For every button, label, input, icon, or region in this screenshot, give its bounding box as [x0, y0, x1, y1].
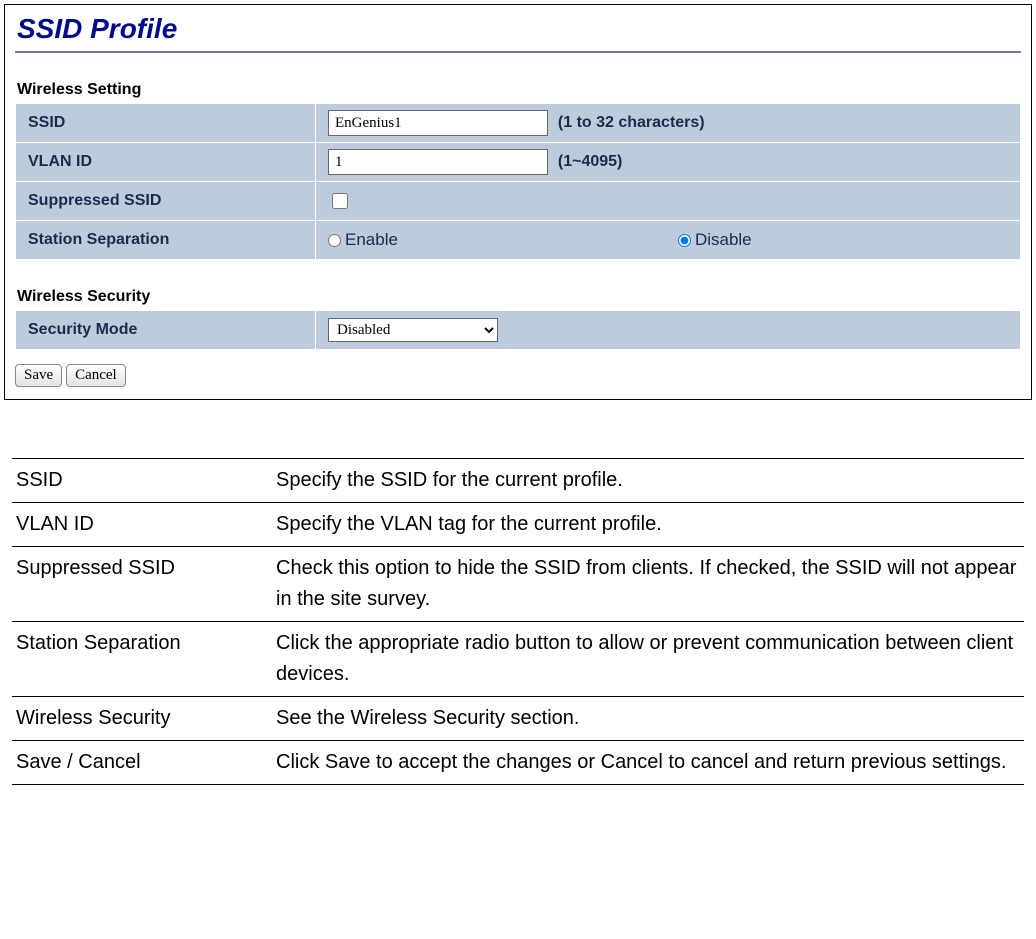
title-divider	[15, 51, 1021, 53]
cancel-button[interactable]: Cancel	[66, 364, 126, 387]
table-row: Station Separation Click the appropriate…	[12, 622, 1024, 697]
desc-text: See the Wireless Security section.	[272, 697, 1024, 741]
vlan-id-hint: (1~4095)	[558, 153, 623, 170]
desc-term: Station Separation	[12, 622, 272, 697]
vlan-id-input[interactable]	[328, 149, 548, 175]
wireless-setting-table: SSID (1 to 32 characters) VLAN ID (1~409…	[15, 103, 1021, 260]
station-separation-disable-radio[interactable]	[678, 234, 691, 247]
ssid-label: SSID	[16, 104, 316, 143]
wireless-security-heading: Wireless Security	[17, 288, 1021, 306]
table-row: Wireless Security See the Wireless Secur…	[12, 697, 1024, 741]
desc-text: Click Save to accept the changes or Canc…	[272, 741, 1024, 785]
desc-text: Check this option to hide the SSID from …	[272, 547, 1024, 622]
desc-text: Specify the SSID for the current profile…	[272, 459, 1024, 503]
table-row: SSID Specify the SSID for the current pr…	[12, 459, 1024, 503]
ssid-hint: (1 to 32 characters)	[558, 114, 705, 131]
desc-text: Specify the VLAN tag for the current pro…	[272, 503, 1024, 547]
security-mode-select[interactable]: Disabled	[328, 318, 498, 342]
wireless-security-table: Security Mode Disabled	[15, 310, 1021, 350]
desc-term: Suppressed SSID	[12, 547, 272, 622]
station-separation-enable-label: Enable	[345, 230, 398, 250]
table-row: Suppressed SSID Check this option to hid…	[12, 547, 1024, 622]
page-title: SSID Profile	[15, 11, 1021, 51]
table-row: Save / Cancel Click Save to accept the c…	[12, 741, 1024, 785]
station-separation-label: Station Separation	[16, 221, 316, 260]
ssid-input[interactable]	[328, 110, 548, 136]
security-mode-label: Security Mode	[16, 311, 316, 350]
descriptions-table: SSID Specify the SSID for the current pr…	[12, 458, 1024, 785]
desc-term: VLAN ID	[12, 503, 272, 547]
desc-term: SSID	[12, 459, 272, 503]
station-separation-disable-label: Disable	[695, 230, 752, 250]
station-separation-enable-radio[interactable]	[328, 234, 341, 247]
suppressed-ssid-label: Suppressed SSID	[16, 182, 316, 221]
vlan-id-label: VLAN ID	[16, 143, 316, 182]
desc-text: Click the appropriate radio button to al…	[272, 622, 1024, 697]
desc-term: Save / Cancel	[12, 741, 272, 785]
desc-term: Wireless Security	[12, 697, 272, 741]
ssid-profile-panel: SSID Profile Wireless Setting SSID (1 to…	[4, 4, 1032, 400]
table-row: VLAN ID Specify the VLAN tag for the cur…	[12, 503, 1024, 547]
save-button[interactable]: Save	[15, 364, 62, 387]
suppressed-ssid-checkbox[interactable]	[332, 193, 348, 209]
wireless-setting-heading: Wireless Setting	[17, 81, 1021, 99]
